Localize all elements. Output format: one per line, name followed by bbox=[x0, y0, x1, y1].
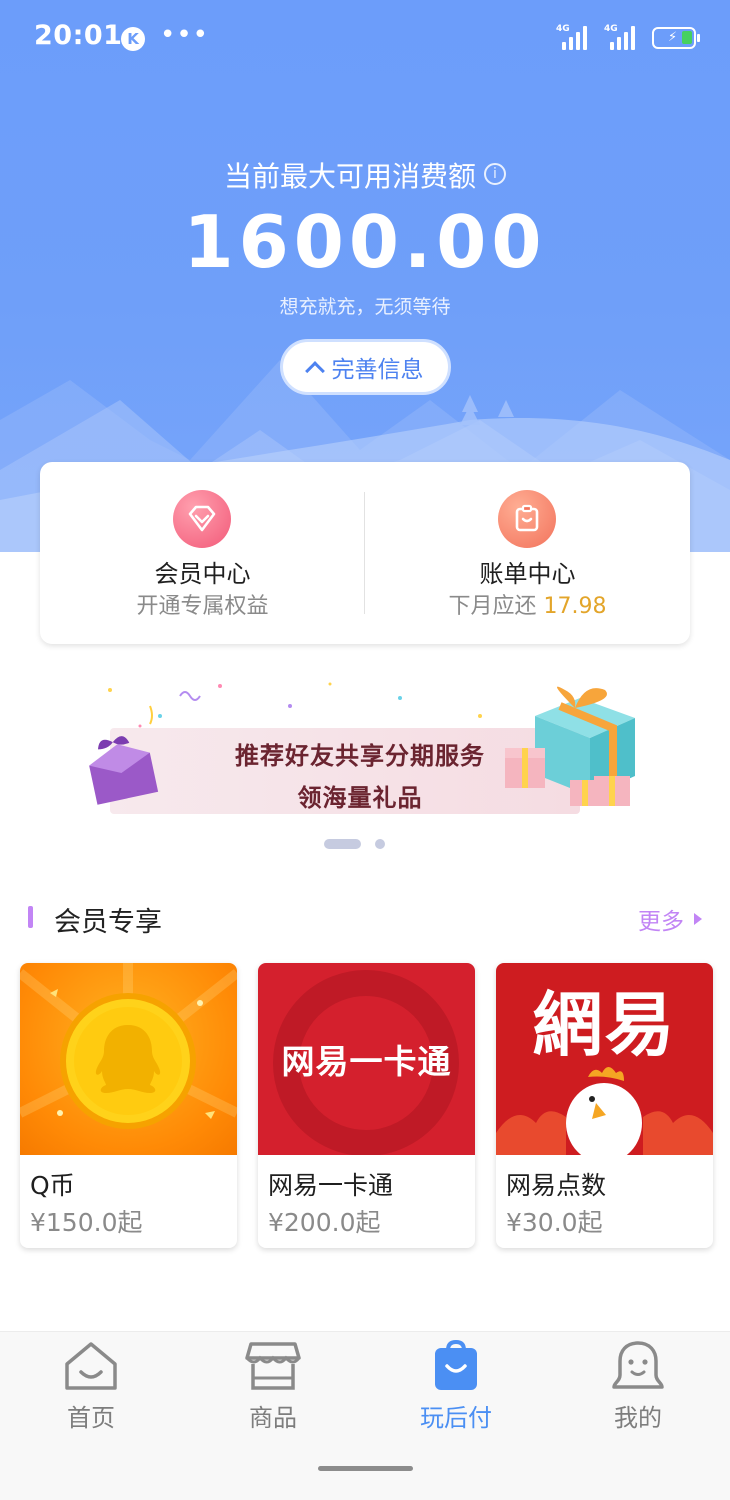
tab-label: 商品 bbox=[249, 1404, 297, 1432]
member-exclusive-header: 会员专享 更多 bbox=[28, 898, 702, 938]
product-name: Q币 bbox=[30, 1171, 75, 1200]
tab-mine[interactable]: 我的 bbox=[578, 1340, 698, 1433]
bill-center-card[interactable]: 账单中心 下月应还 17.98 bbox=[365, 462, 690, 644]
banner-subline: 领海量礼品 bbox=[297, 784, 423, 812]
battery-icon: ⚡ bbox=[652, 27, 700, 49]
credit-amount: 1600.00 bbox=[183, 200, 547, 284]
bill-center-title: 账单中心 bbox=[479, 560, 576, 588]
profile-icon bbox=[612, 1341, 664, 1389]
product-price: ¥30.0起 bbox=[506, 1208, 603, 1237]
credit-subtitle: 想充就充，无须等待 bbox=[279, 296, 451, 318]
promo-banner[interactable]: 推荐好友共享分期服务 领海量礼品 bbox=[80, 676, 640, 822]
section-title: 会员专享 bbox=[54, 907, 162, 938]
carousel-dot-active[interactable] bbox=[324, 839, 361, 849]
credit-title: 当前最大可用消费额 i bbox=[0, 155, 730, 195]
caret-right-icon bbox=[694, 913, 702, 925]
netease-card-icon: 网易一卡通 bbox=[258, 963, 475, 1155]
product-name: 网易点数 bbox=[506, 1171, 607, 1200]
more-link[interactable]: 更多 bbox=[638, 902, 702, 936]
carousel-dot[interactable] bbox=[375, 839, 385, 849]
netease-card-image-text: 网易一卡通 bbox=[281, 1042, 452, 1081]
bag-icon bbox=[435, 1340, 477, 1390]
section-accent-bar bbox=[28, 906, 33, 928]
tab-products[interactable]: 商品 bbox=[213, 1340, 333, 1433]
bottom-tab-bar: 首页 商品 玩后付 我的 bbox=[0, 1331, 730, 1500]
product-name: 网易一卡通 bbox=[268, 1171, 394, 1200]
netease-points-icon: 網易 bbox=[496, 963, 713, 1155]
product-card-netease-points[interactable]: 網易 网易点数 ¥30.0起 bbox=[496, 963, 713, 1248]
status-time: 20:01 bbox=[34, 20, 123, 51]
home-icon bbox=[65, 1342, 117, 1390]
bill-icon bbox=[498, 490, 556, 548]
product-card-qcoin[interactable]: Q币 ¥150.0起 bbox=[20, 963, 237, 1248]
product-price: ¥150.0起 bbox=[30, 1208, 143, 1237]
status-bar: 20:01 K ••• 4G 4G ⚡ bbox=[0, 0, 730, 78]
home-indicator[interactable] bbox=[318, 1466, 413, 1471]
app-notification-icon: K bbox=[121, 27, 145, 51]
tab-home[interactable]: 首页 bbox=[31, 1340, 151, 1433]
vip-center-card[interactable]: 会员中心 开通专属权益 bbox=[40, 462, 365, 644]
carousel-indicator bbox=[324, 839, 385, 849]
chevron-up-icon bbox=[304, 361, 325, 381]
tab-label: 玩后付 bbox=[420, 1404, 492, 1432]
vip-center-subtitle: 开通专属权益 bbox=[136, 594, 269, 619]
complete-info-label: 完善信息 bbox=[331, 357, 424, 383]
tab-label: 我的 bbox=[614, 1404, 662, 1432]
tab-label: 首页 bbox=[67, 1404, 115, 1432]
more-notifications-icon: ••• bbox=[160, 20, 210, 50]
qq-coin-icon bbox=[20, 963, 237, 1155]
signal-icon-2: 4G bbox=[604, 24, 638, 50]
account-cards-panel: 会员中心 开通专属权益 账单中心 下月应还 17.98 bbox=[40, 462, 690, 644]
bill-center-subtitle: 下月应还 17.98 bbox=[448, 594, 607, 619]
signal-icon: 4G bbox=[556, 24, 590, 50]
product-card-netease-card[interactable]: 网易一卡通 网易一卡通 ¥200.0起 bbox=[258, 963, 475, 1248]
store-icon bbox=[245, 1342, 301, 1390]
product-list: Q币 ¥150.0起 网易一卡通 网易一卡通 ¥200.0起 網易 网易点数 ¥… bbox=[20, 963, 713, 1248]
bill-amount: 17.98 bbox=[543, 594, 607, 619]
complete-info-button[interactable]: 完善信息 bbox=[280, 339, 451, 395]
vip-center-title: 会员中心 bbox=[154, 560, 251, 588]
product-price: ¥200.0起 bbox=[268, 1208, 381, 1237]
tab-pay-later[interactable]: 玩后付 bbox=[396, 1340, 516, 1433]
info-icon[interactable]: i bbox=[484, 163, 506, 185]
diamond-icon bbox=[173, 490, 231, 548]
banner-headline: 推荐好友共享分期服务 bbox=[235, 742, 485, 770]
